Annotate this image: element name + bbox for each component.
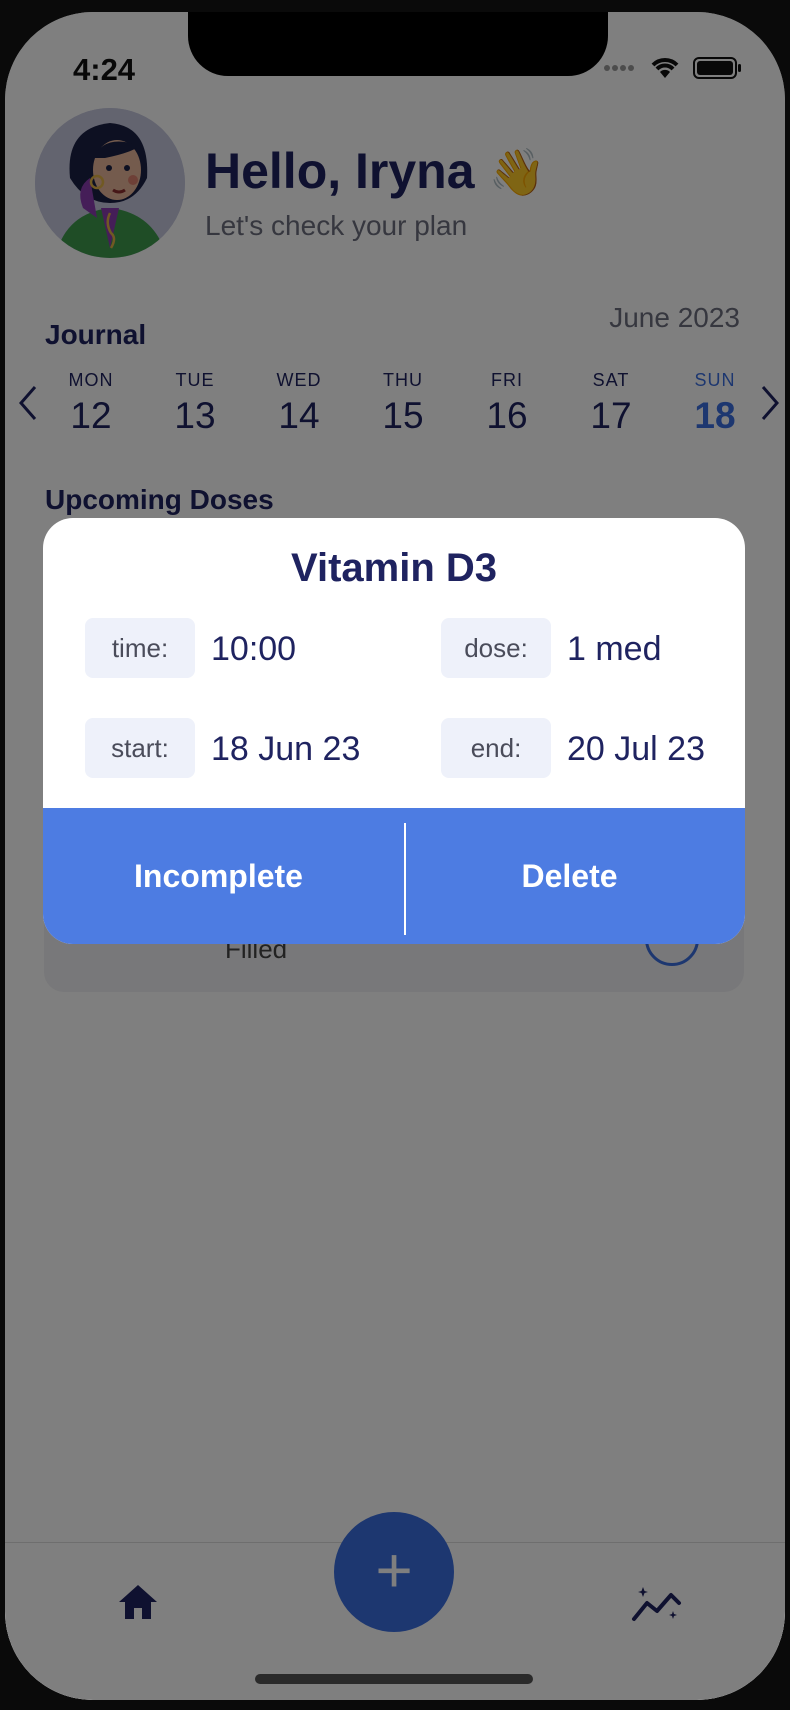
dose-label: dose: (441, 618, 551, 678)
end-label: end: (441, 718, 551, 778)
modal-title: Vitamin D3 (291, 546, 497, 590)
modal-actions: Incomplete Delete (43, 808, 745, 944)
dose-value: 1 med (567, 630, 662, 668)
start-label: start: (85, 718, 195, 778)
incomplete-button[interactable]: Incomplete (43, 808, 394, 944)
device-frame: 4:24 (0, 0, 790, 1710)
time-value: 10:00 (211, 630, 297, 668)
actions-divider (404, 823, 406, 935)
end-value: 20 Jul 23 (567, 730, 705, 768)
app-screen: 4:24 (5, 12, 785, 1700)
dose-detail-modal: Vitamin D3 time: 10:00 dose: 1 med start… (43, 518, 745, 944)
time-label: time: (85, 618, 195, 678)
start-value: 18 Jun 23 (211, 730, 361, 768)
delete-button[interactable]: Delete (394, 808, 745, 944)
